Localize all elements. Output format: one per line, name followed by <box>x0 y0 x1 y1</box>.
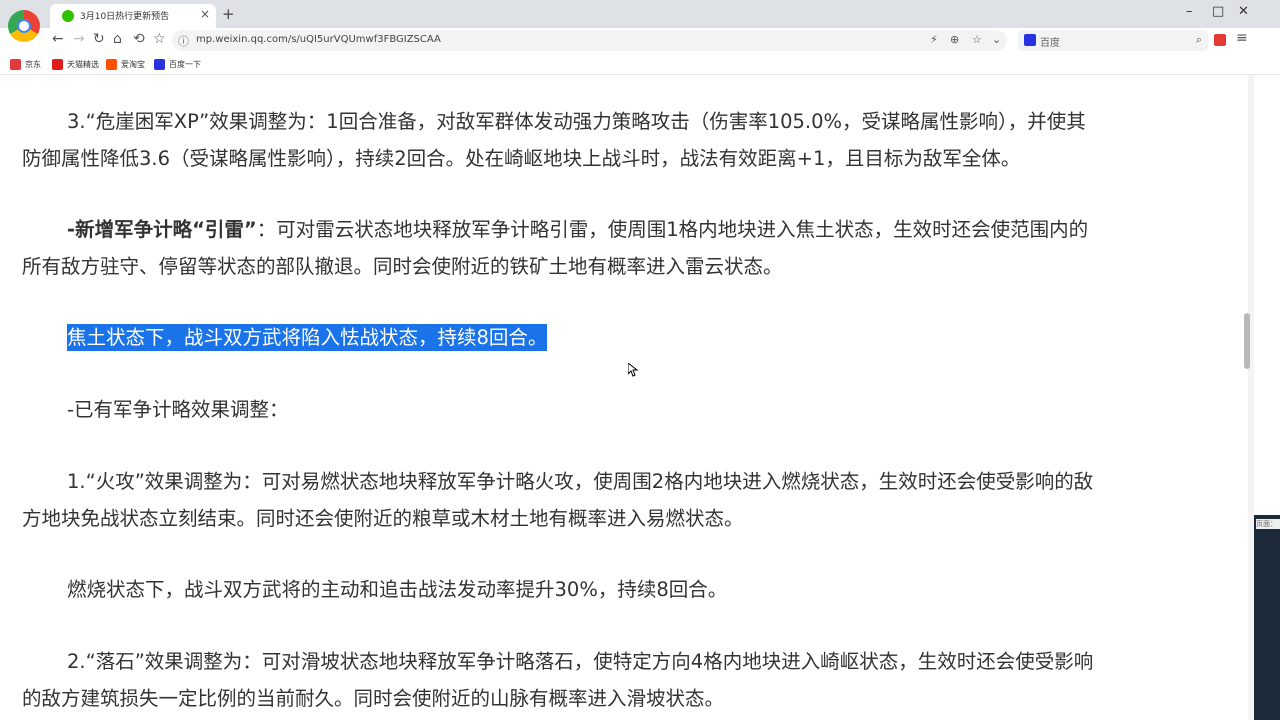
search-placeholder: 百度 <box>1040 38 1060 49</box>
flash-icon[interactable]: ⚡ <box>930 33 938 46</box>
zoom-icon[interactable]: ⊕ <box>950 33 959 46</box>
minimize-button[interactable]: – <box>1186 4 1193 19</box>
home-button[interactable]: ⌂ <box>113 31 122 47</box>
maximize-button[interactable]: □ <box>1212 4 1224 19</box>
paragraph-line: 2.“落石”效果调整为：可对滑坡状态地块释放军争计略落石，使特定方向4格内地块进… <box>67 650 1094 673</box>
article-content: 3.“危崖困军XP”效果调整为：1回合准备，对敌军群体发动强力策略攻击（伤害率1… <box>0 75 1248 720</box>
taobao-icon <box>106 58 117 70</box>
paragraph-3: 焦土状态下，战斗双方武将陷入怯战状态，持续8回合。 <box>22 319 1222 356</box>
bookmark-label: 爱淘宝 <box>121 59 145 69</box>
extension-icon[interactable] <box>1214 34 1226 46</box>
chevron-down-icon[interactable]: ⌄ <box>992 33 1001 46</box>
paragraph-1: 3.“危崖困军XP”效果调整为：1回合准备，对敌军群体发动强力策略攻击（伤害率1… <box>22 103 1222 177</box>
paragraph-line: 防御属性降低3.6（受谋略属性影响），持续2回合。处在崎岖地块上战斗时，战法有效… <box>22 147 1021 170</box>
toolbar: ← → ↻ ⌂ ⟲ ☆ ⓘ mp.weixin.qq.com/s/uQI5urV… <box>0 28 1280 54</box>
tab-bar: 3月10日热行更新预告 × + – □ ✕ <box>0 0 1280 28</box>
browser-logo-icon <box>8 10 40 42</box>
search-box[interactable]: 百度 ⌕ <box>1018 30 1208 51</box>
back-button[interactable]: ← <box>52 31 64 47</box>
info-icon[interactable]: ⓘ <box>178 33 189 49</box>
jd-icon <box>10 58 21 70</box>
scrollbar-thumb[interactable] <box>1244 313 1250 369</box>
favorite-icon[interactable]: ☆ <box>153 31 166 47</box>
search-icon[interactable]: ⌕ <box>1196 33 1202 47</box>
paragraph-4: -已有军争计略效果调整： <box>22 391 1222 428</box>
paragraph-line: 方地块免战状态立刻结束。同时还会使附近的粮草或木材土地有概率进入易燃状态。 <box>22 507 744 530</box>
tmall-icon <box>52 58 63 70</box>
paragraph-line: -已有军争计略效果调整： <box>67 398 289 421</box>
paragraph-6: 燃烧状态下，战斗双方武将的主动和追击战法发动率提升30%，持续8回合。 <box>22 571 1222 608</box>
new-tab-button[interactable]: + <box>222 5 235 23</box>
paragraph-5: 1.“火攻”效果调整为：可对易燃状态地块释放军争计略火攻，使周围2格内地块进入燃… <box>22 463 1222 537</box>
baidu-icon <box>1024 34 1036 46</box>
paragraph-line: 1.“火攻”效果调整为：可对易燃状态地块释放军争计略火攻，使周围2格内地块进入燃… <box>67 470 1094 493</box>
baidu-paw-icon <box>154 58 165 70</box>
paragraph-line: 的敌方建筑损失一定比例的当前耐久。同时会使附近的山脉有概率进入滑坡状态。 <box>22 687 725 710</box>
bookmark-label: 京东 <box>25 59 41 69</box>
bold-heading: -新增军争计略“引雷” <box>67 218 257 241</box>
bookmark-baidu[interactable]: 百度一下 <box>154 57 201 71</box>
browser-tab[interactable]: 3月10日热行更新预告 × <box>50 4 216 28</box>
star-icon[interactable]: ☆ <box>972 33 982 46</box>
menu-icon[interactable]: ≡ <box>1236 30 1248 46</box>
bookmark-label: 天猫精选 <box>67 59 99 69</box>
wechat-icon <box>62 10 74 22</box>
bookmarks-bar: 京东 天猫精选 爱淘宝 百度一下 <box>0 54 1280 75</box>
address-bar[interactable]: ⓘ mp.weixin.qq.com/s/uQI5urVQUmwf3FBGIZS… <box>172 30 1007 51</box>
paragraph-line: 3.“危崖困军XP”效果调整为：1回合准备，对敌军群体发动强力策略攻击（伤害率1… <box>67 110 1086 133</box>
close-window-button[interactable]: ✕ <box>1238 4 1249 19</box>
side-thumbnail-panel: 页面： <box>1254 515 1280 720</box>
paragraph-line: ：可对雷云状态地块释放军争计略引雷，使周围1格内地块进入焦土状态，生效时还会使范… <box>256 218 1089 241</box>
selected-text[interactable]: 焦土状态下，战斗双方武将陷入怯战状态，持续8回合。 <box>67 324 548 351</box>
tab-title: 3月10日热行更新预告 <box>80 12 170 22</box>
paragraph-line: 燃烧状态下，战斗双方武将的主动和追击战法发动率提升30%，持续8回合。 <box>67 578 728 601</box>
url-text[interactable]: mp.weixin.qq.com/s/uQI5urVQUmwf3FBGIZSCA… <box>196 34 441 45</box>
undo-close-button[interactable]: ⟲ <box>133 31 145 47</box>
paragraph-7: 2.“落石”效果调整为：可对滑坡状态地块释放军争计略落石，使特定方向4格内地块进… <box>22 643 1222 717</box>
bookmark-jd[interactable]: 京东 <box>10 57 41 71</box>
bookmark-aitaobao[interactable]: 爱淘宝 <box>106 57 145 71</box>
tab-close-icon[interactable]: × <box>200 7 210 21</box>
paragraph-2: -新增军争计略“引雷”：可对雷云状态地块释放军争计略引雷，使周围1格内地块进入焦… <box>22 211 1222 285</box>
reload-button[interactable]: ↻ <box>93 31 105 47</box>
side-label: 页面： <box>1256 519 1280 529</box>
forward-button[interactable]: → <box>73 31 85 47</box>
bookmark-tmall[interactable]: 天猫精选 <box>52 57 99 71</box>
bookmark-label: 百度一下 <box>169 59 201 69</box>
mouse-cursor-icon <box>628 363 638 377</box>
paragraph-line: 所有敌方驻守、停留等状态的部队撤退。同时会使附近的铁矿土地有概率进入雷云状态。 <box>22 255 783 278</box>
